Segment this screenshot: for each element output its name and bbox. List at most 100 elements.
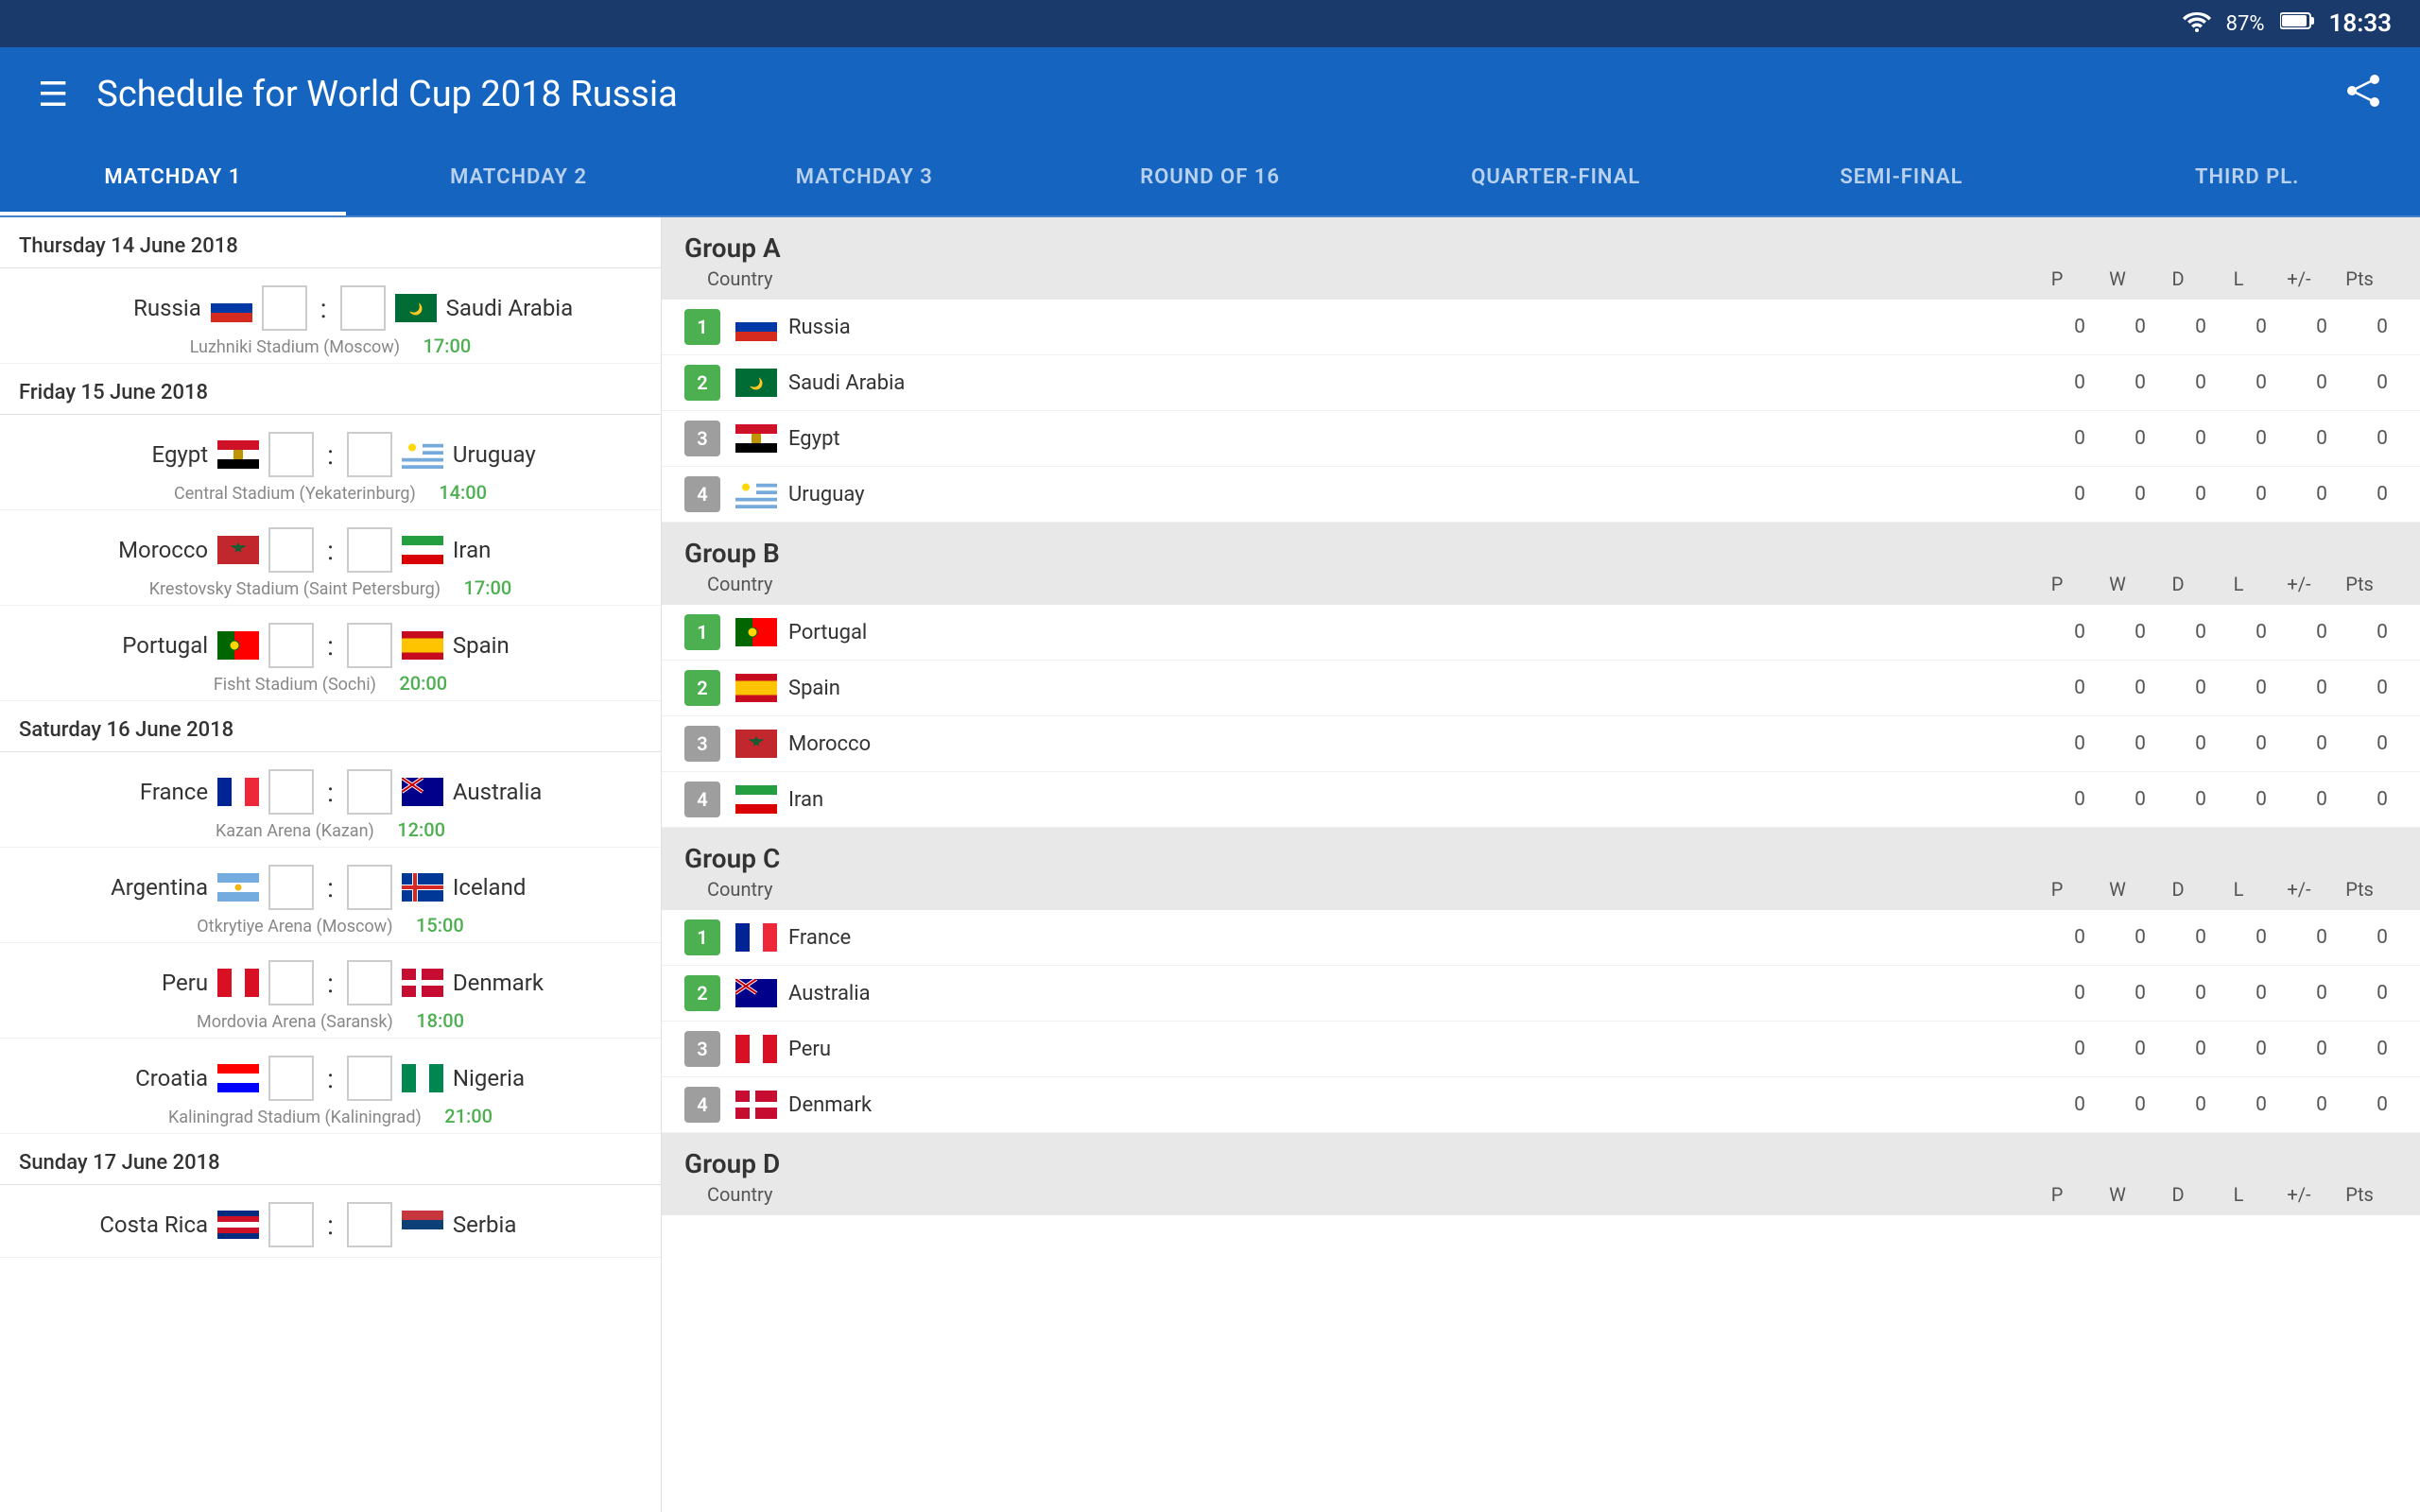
country-name: Saudi Arabia [788,371,905,395]
rank-badge: 4 [684,1087,720,1123]
home-team-name: Russia [88,295,201,321]
team-stats: 0 0 0 0 0 0 [2065,1038,2397,1060]
tab-matchday-1[interactable]: MATCHDAY 1 [0,142,346,215]
col-country-header: Country [707,878,2042,901]
country-name: Portugal [788,621,867,644]
rank-badge: 3 [684,1031,720,1067]
country-flag-name: France [735,923,2065,952]
home-score-box [268,769,314,815]
stat-header-Pts: Pts [2344,878,2375,901]
main-content: Thursday 14 June 2018 Russia : 🌙 Saudi A… [0,217,2420,1512]
group-team-row[interactable]: 2 🌙 Saudi Arabia 0 0 0 0 0 0 [662,355,2420,411]
stat-l: 0 [2246,732,2276,755]
score-separator: : [327,535,334,566]
group-title: Group A [684,232,2397,264]
team-stats: 0 0 0 0 0 0 [2065,483,2397,506]
stat-l: 0 [2246,982,2276,1005]
group-team-row[interactable]: 2 Australia 0 0 0 0 0 0 [662,966,2420,1022]
groups-panel: Group A Country PWDL+/-Pts 1 Russia 0 0 … [662,217,2420,1512]
team-stats: 0 0 0 0 0 0 [2065,926,2397,949]
match-row[interactable]: Croatia : Nigeria Kaliningrad Stadium (K… [0,1039,661,1134]
group-team-row[interactable]: 4 Uruguay 0 0 0 0 0 0 [662,467,2420,523]
group-team-row[interactable]: 3 Egypt 0 0 0 0 0 0 [662,411,2420,467]
away-score-box [347,527,392,573]
tab-round-of-16[interactable]: ROUND OF 16 [1037,142,1383,215]
away-team-name: Iran [453,537,566,563]
country-name: Egypt [788,427,840,451]
match-time: 15:00 [416,914,464,936]
away-team-name: Uruguay [453,441,566,468]
stat-w: 0 [2125,677,2155,699]
share-icon[interactable] [2344,72,2382,118]
stat-w: 0 [2125,982,2155,1005]
match-row[interactable]: Russia : 🌙 Saudi Arabia Luzhniki Stadium… [0,268,661,364]
match-row[interactable]: Peru : Denmark Mordovia Arena (Saransk) … [0,943,661,1039]
score-separator: : [327,777,334,808]
stat-header-+/-: +/- [2284,573,2314,595]
country-flag-name: Denmark [735,1091,2065,1119]
country-flag-name: Spain [735,674,2065,702]
stat-gd: 0 [2307,732,2337,755]
match-venue: Mordovia Arena (Saransk) [197,1012,393,1032]
stat-gd: 0 [2307,621,2337,644]
status-bar: 87% 18:33 [0,0,2420,47]
group-team-row[interactable]: 3 Morocco 0 0 0 0 0 0 [662,716,2420,772]
tab-semi-final[interactable]: SEMI-FINAL [1729,142,2075,215]
away-team-name: Serbia [453,1211,566,1238]
menu-icon[interactable]: ☰ [38,75,68,114]
stat-d: 0 [2186,621,2216,644]
country-flag-name: Portugal [735,618,2065,646]
country-name: Uruguay [788,483,865,507]
match-row[interactable]: France : Australia Kazan Arena (Kazan) 1… [0,752,661,848]
stat-header-+/-: +/- [2284,878,2314,901]
home-score-box [262,285,307,331]
tab-third-pl.[interactable]: THIRD PL. [2074,142,2420,215]
group-team-row[interactable]: 4 Iran 0 0 0 0 0 0 [662,772,2420,828]
group-team-row[interactable]: 3 Peru 0 0 0 0 0 0 [662,1022,2420,1077]
stat-d: 0 [2186,677,2216,699]
tab-quarter-final[interactable]: QUARTER-FINAL [1383,142,1729,215]
match-row[interactable]: Morocco : Iran Krestovsky Stadium (Saint… [0,510,661,606]
away-team-name: Saudi Arabia [446,295,574,321]
tab-matchday-3[interactable]: MATCHDAY 3 [691,142,1037,215]
match-time: 14:00 [439,481,487,504]
match-row[interactable]: Portugal : Spain Fisht Stadium (Sochi) 2… [0,606,661,701]
stat-d: 0 [2186,1038,2216,1060]
stat-w: 0 [2125,483,2155,506]
stat-p: 0 [2065,788,2095,811]
match-row[interactable]: Argentina : Iceland Otkrytiye Arena (Mos… [0,848,661,943]
group-team-row[interactable]: 4 Denmark 0 0 0 0 0 0 [662,1077,2420,1133]
stat-w: 0 [2125,926,2155,949]
country-name: Iran [788,788,823,812]
group-team-row[interactable]: 1 France 0 0 0 0 0 0 [662,910,2420,966]
tab-matchday-2[interactable]: MATCHDAY 2 [346,142,692,215]
home-score-box [268,1202,314,1247]
country-flag-name: Morocco [735,730,2065,758]
day-header: Saturday 16 June 2018 [0,701,661,752]
match-time: 12:00 [397,818,445,841]
stat-header-W: W [2102,267,2133,290]
day-header: Sunday 17 June 2018 [0,1134,661,1185]
stat-p: 0 [2065,621,2095,644]
match-time: 17:00 [424,335,472,357]
match-row[interactable]: Costa Rica : Serbia [0,1185,661,1258]
match-row[interactable]: Egypt : Uruguay Central Stadium (Yekater… [0,415,661,510]
group-team-row[interactable]: 2 Spain 0 0 0 0 0 0 [662,661,2420,716]
stat-header-W: W [2102,1183,2133,1206]
country-name: Peru [788,1038,831,1061]
match-venue: Fisht Stadium (Sochi) [214,675,376,695]
country-name: Spain [788,677,840,700]
stat-p: 0 [2065,926,2095,949]
stat-header-P: P [2042,878,2072,901]
group-team-row[interactable]: 1 Russia 0 0 0 0 0 0 [662,300,2420,355]
stat-header-Pts: Pts [2344,573,2375,595]
match-time: 21:00 [444,1105,493,1127]
home-team-name: Costa Rica [95,1211,208,1238]
country-flag-name: Peru [735,1035,2065,1063]
stat-w: 0 [2125,788,2155,811]
group-team-row[interactable]: 1 Portugal 0 0 0 0 0 0 [662,605,2420,661]
rank-badge: 4 [684,782,720,817]
stat-pts: 0 [2367,483,2397,506]
away-score-box [347,1202,392,1247]
away-score-box [347,623,392,668]
